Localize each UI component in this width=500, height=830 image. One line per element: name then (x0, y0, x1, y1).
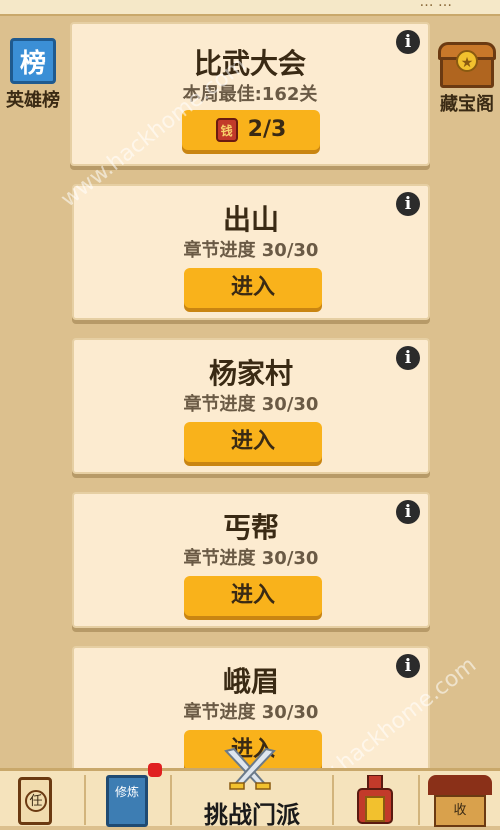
stage-title: 丐帮 (222, 511, 279, 544)
nav-challenge-sect[interactable]: 挑战门派 (172, 747, 330, 829)
enter-button[interactable]: 进入 (184, 268, 322, 308)
stage-card-gaibang: i 丐帮 章节进度 30/30 进入 (72, 492, 430, 628)
enter-button[interactable]: 进入 (184, 576, 322, 616)
top-strip: … … (0, 0, 500, 16)
stage-title: 峨眉 (222, 665, 279, 698)
shop-building-icon: 收 (428, 775, 492, 827)
warrior-icon (357, 775, 393, 824)
tournament-title: 比武大会 (193, 47, 306, 80)
stage-card-chushan: i 出山 章节进度 30/30 进入 (72, 184, 430, 320)
tournament-best-record: 本周最佳:162关 (182, 84, 318, 105)
notification-badge (148, 763, 162, 777)
nav-cultivate[interactable]: 修炼 (86, 763, 170, 829)
stage-progress: 章节进度 30/30 (183, 240, 319, 261)
stage-progress: 章节进度 30/30 (183, 702, 319, 723)
challenge-sect-label: 挑战门派 (204, 801, 300, 829)
attempts-count: 2/3 (247, 117, 287, 142)
stage-progress: 章节进度 30/30 (183, 394, 319, 415)
treasure-chest-icon: ★ (438, 42, 496, 88)
stage-progress: 章节进度 30/30 (183, 548, 319, 569)
stage-title: 杨家村 (208, 357, 293, 390)
top-strip-text: … … (419, 0, 452, 10)
coin-icon: 钱 (215, 118, 238, 142)
bottom-nav: 任 修炼 挑战门派 收 (0, 747, 500, 829)
hero-ranking-label: 英雄榜 (6, 90, 60, 111)
crossed-swords-icon (224, 747, 276, 790)
nav-shop[interactable]: 收 (420, 771, 500, 829)
stage-card-yangjiacun: i 杨家村 章节进度 30/30 进入 (72, 338, 430, 474)
tournament-attempts-button[interactable]: 钱 2/3 (182, 110, 320, 150)
task-scroll-icon: 任 (18, 777, 52, 825)
nav-task[interactable]: 任 (0, 771, 84, 829)
enter-button[interactable]: 进入 (184, 422, 322, 462)
hero-ranking-button[interactable]: 榜 英雄榜 (0, 38, 66, 112)
cultivate-book-icon: 修炼 (106, 775, 148, 827)
nav-character[interactable] (334, 771, 418, 829)
stage-title: 出山 (222, 203, 279, 236)
ranking-scroll-icon: 榜 (10, 38, 56, 84)
treasure-pavilion-button[interactable]: ★ 藏宝阁 (434, 42, 500, 116)
treasure-pavilion-label: 藏宝阁 (440, 94, 494, 115)
